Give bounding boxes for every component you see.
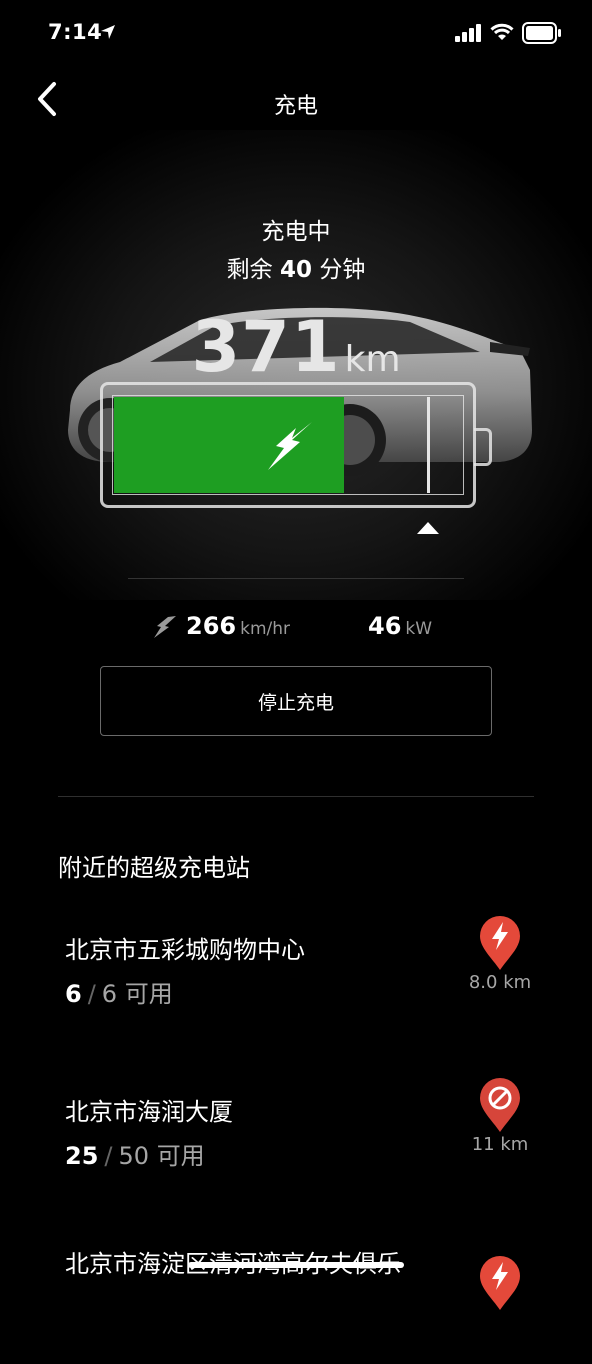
available-count: 6 <box>65 980 82 1008</box>
home-indicator <box>188 1262 404 1268</box>
supercharger-bolt-icon <box>480 1256 520 1310</box>
charge-speed: 266 km/hr <box>186 612 290 640</box>
wifi-icon <box>490 23 514 40</box>
charge-speed-unit: km/hr <box>240 619 291 639</box>
station-name: 北京市五彩城购物中心 <box>65 936 305 964</box>
total-count: 6 <box>101 980 118 1008</box>
divider <box>58 796 534 797</box>
total-count: 50 <box>118 1142 150 1170</box>
nearby-superchargers-heading: 附近的超级充电站 <box>58 854 250 882</box>
supercharger-bolt-icon <box>480 916 520 970</box>
charge-power-value: 46 <box>368 612 402 640</box>
page-title: 充电 <box>273 94 318 119</box>
remaining-suffix: 分钟 <box>319 257 366 283</box>
cellular-signal-icon <box>455 24 481 42</box>
station-item[interactable]: 北京市五彩城购物中心 6/6 可用 8.0 km <box>0 916 592 1050</box>
remaining-prefix: 剩余 <box>226 257 273 283</box>
available-label: 可用 <box>156 1142 205 1170</box>
battery-status-icon <box>522 22 561 44</box>
range-unit: km <box>344 339 401 380</box>
range-value: 371 <box>191 306 341 388</box>
status-bar: 7:14 <box>0 0 592 64</box>
charge-limit-handle[interactable] <box>415 520 441 536</box>
station-distance: 11 km <box>471 1134 529 1155</box>
range-display: 371 km <box>0 306 592 388</box>
location-arrow-icon <box>101 25 115 39</box>
station-availability: 25/50 可用 <box>65 1142 205 1170</box>
station-item[interactable]: 北京市海润大厦 25/50 可用 11 km <box>0 1078 592 1212</box>
charge-limit-line <box>427 397 430 493</box>
remaining-minutes: 40 <box>279 257 312 283</box>
available-label: 可用 <box>124 980 173 1008</box>
divider <box>128 578 464 579</box>
charge-power: 46 kW <box>368 612 432 640</box>
charge-rate-bolt-icon <box>154 616 176 638</box>
prohibited-icon <box>480 1078 520 1132</box>
time-remaining: 剩余 40 分钟 <box>0 250 592 284</box>
charge-speed-value: 266 <box>186 612 237 640</box>
battery-terminal <box>474 428 492 466</box>
charging-status: 充电中 <box>261 219 331 245</box>
station-availability: 6/6 可用 <box>65 980 173 1008</box>
charging-bolt-icon <box>268 422 312 470</box>
station-distance: 8.0 km <box>468 972 532 993</box>
stop-charging-button[interactable]: 停止充电 <box>100 666 492 736</box>
available-count: 25 <box>65 1142 99 1170</box>
station-name: 北京市海润大厦 <box>65 1098 233 1126</box>
status-time: 7:14 <box>48 20 103 44</box>
charge-power-unit: kW <box>405 619 433 639</box>
stop-charging-label: 停止充电 <box>257 691 334 714</box>
